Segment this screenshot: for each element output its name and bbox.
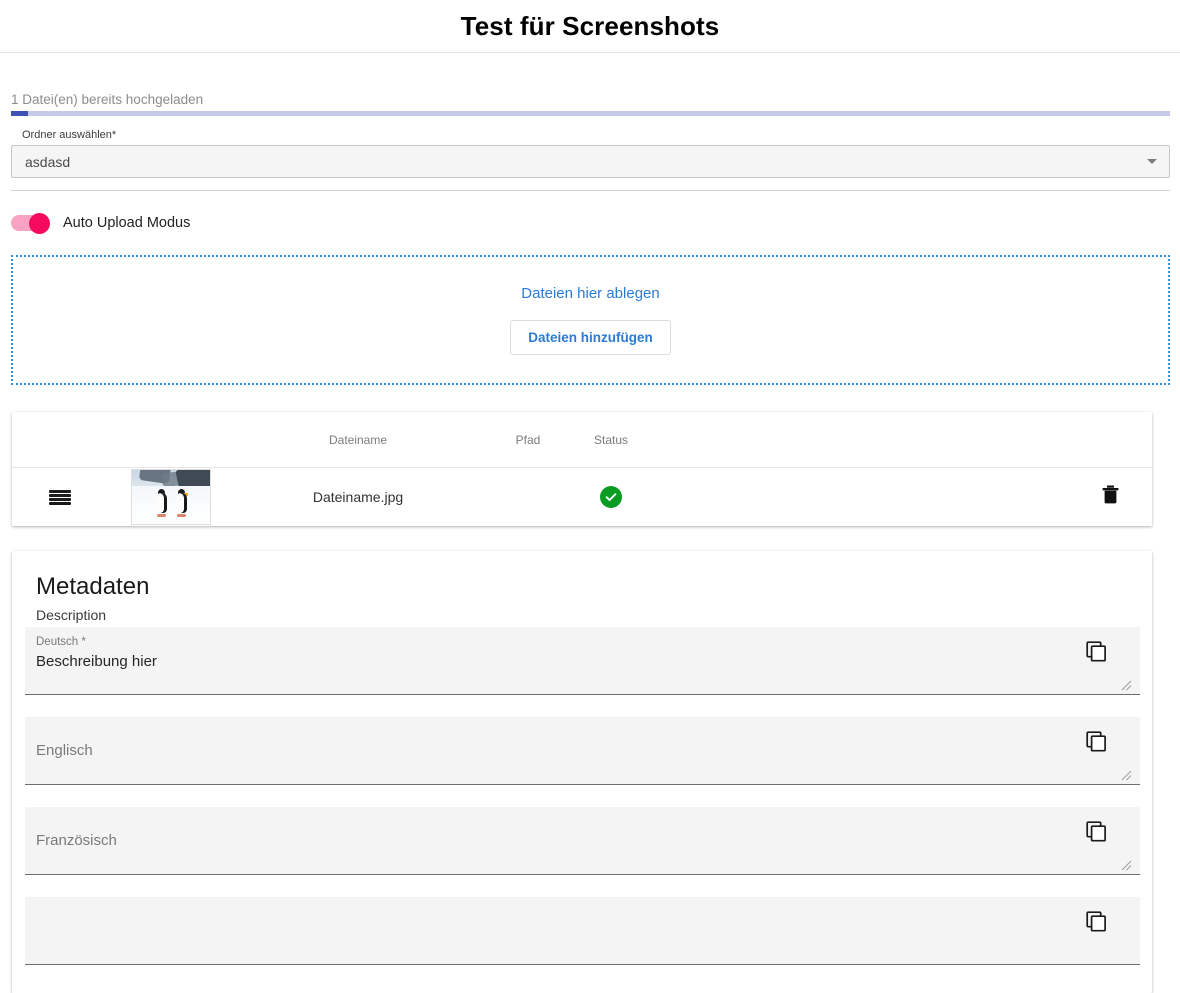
chevron-down-icon xyxy=(1147,159,1157,164)
description-field-next[interactable] xyxy=(25,897,1140,965)
description-field-french[interactable]: Französisch xyxy=(25,807,1140,875)
table-row: Dateiname.jpg xyxy=(12,468,1152,526)
trash-icon[interactable] xyxy=(1102,485,1119,509)
drag-handle-icon[interactable] xyxy=(49,489,71,505)
folder-select-label: Ordner auswählen* xyxy=(22,129,117,141)
copy-icon[interactable] xyxy=(1086,641,1107,665)
file-table-header: Dateiname Pfad Status xyxy=(12,412,1152,468)
description-field-german[interactable]: Deutsch * Beschreibung hier xyxy=(25,627,1140,695)
main-content: 1 Datei(en) bereits hochgeladen Ordner a… xyxy=(0,92,1180,993)
metadata-card: Metadaten Description Deutsch * Beschrei… xyxy=(12,551,1152,993)
folder-select[interactable]: asdasd xyxy=(11,145,1170,178)
header-filename: Dateiname xyxy=(328,432,388,447)
description-field-english[interactable]: Englisch xyxy=(25,717,1140,785)
file-table-card: Dateiname Pfad Status Dateiname.jpg xyxy=(12,412,1152,526)
app-header: Test für Screenshots xyxy=(0,0,1180,53)
add-files-button[interactable]: Dateien hinzufügen xyxy=(510,320,671,355)
dropzone-text: Dateien hier ablegen xyxy=(521,285,660,302)
auto-upload-label: Auto Upload Modus xyxy=(63,215,191,231)
upload-progress-fill xyxy=(11,111,29,116)
folder-select-wrapper: Ordner auswählen* asdasd xyxy=(11,129,1170,191)
field-placeholder-english: Englisch xyxy=(36,742,93,759)
metadata-section-label: Description xyxy=(36,607,107,623)
metadata-title: Metadaten xyxy=(36,573,150,600)
copy-icon[interactable] xyxy=(1086,911,1107,935)
resize-grip-icon[interactable] xyxy=(1121,680,1132,691)
header-path: Pfad xyxy=(515,432,541,447)
copy-icon[interactable] xyxy=(1086,731,1107,755)
upload-progress-label: 1 Datei(en) bereits hochgeladen xyxy=(11,92,204,107)
file-dropzone[interactable]: Dateien hier ablegen Dateien hinzufügen xyxy=(11,255,1170,385)
resize-grip-icon[interactable] xyxy=(1121,860,1132,871)
field-placeholder-french: Französisch xyxy=(36,832,117,849)
file-thumbnail[interactable] xyxy=(131,469,211,525)
toggle-knob xyxy=(29,212,50,234)
check-circle-icon xyxy=(600,486,622,508)
auto-upload-toggle[interactable] xyxy=(11,212,50,234)
auto-upload-row: Auto Upload Modus xyxy=(11,211,1180,235)
field-label-german: Deutsch * xyxy=(36,636,86,648)
copy-icon[interactable] xyxy=(1086,821,1107,845)
header-status: Status xyxy=(593,432,629,447)
file-name: Dateiname.jpg xyxy=(312,489,404,505)
page-title: Test für Screenshots xyxy=(460,10,720,41)
upload-progress-block: 1 Datei(en) bereits hochgeladen xyxy=(0,92,1180,116)
folder-select-value: asdasd xyxy=(25,153,71,170)
field-value-german: Beschreibung hier xyxy=(36,653,157,670)
upload-progress-bar xyxy=(11,111,1170,116)
resize-grip-icon[interactable] xyxy=(1121,770,1132,781)
